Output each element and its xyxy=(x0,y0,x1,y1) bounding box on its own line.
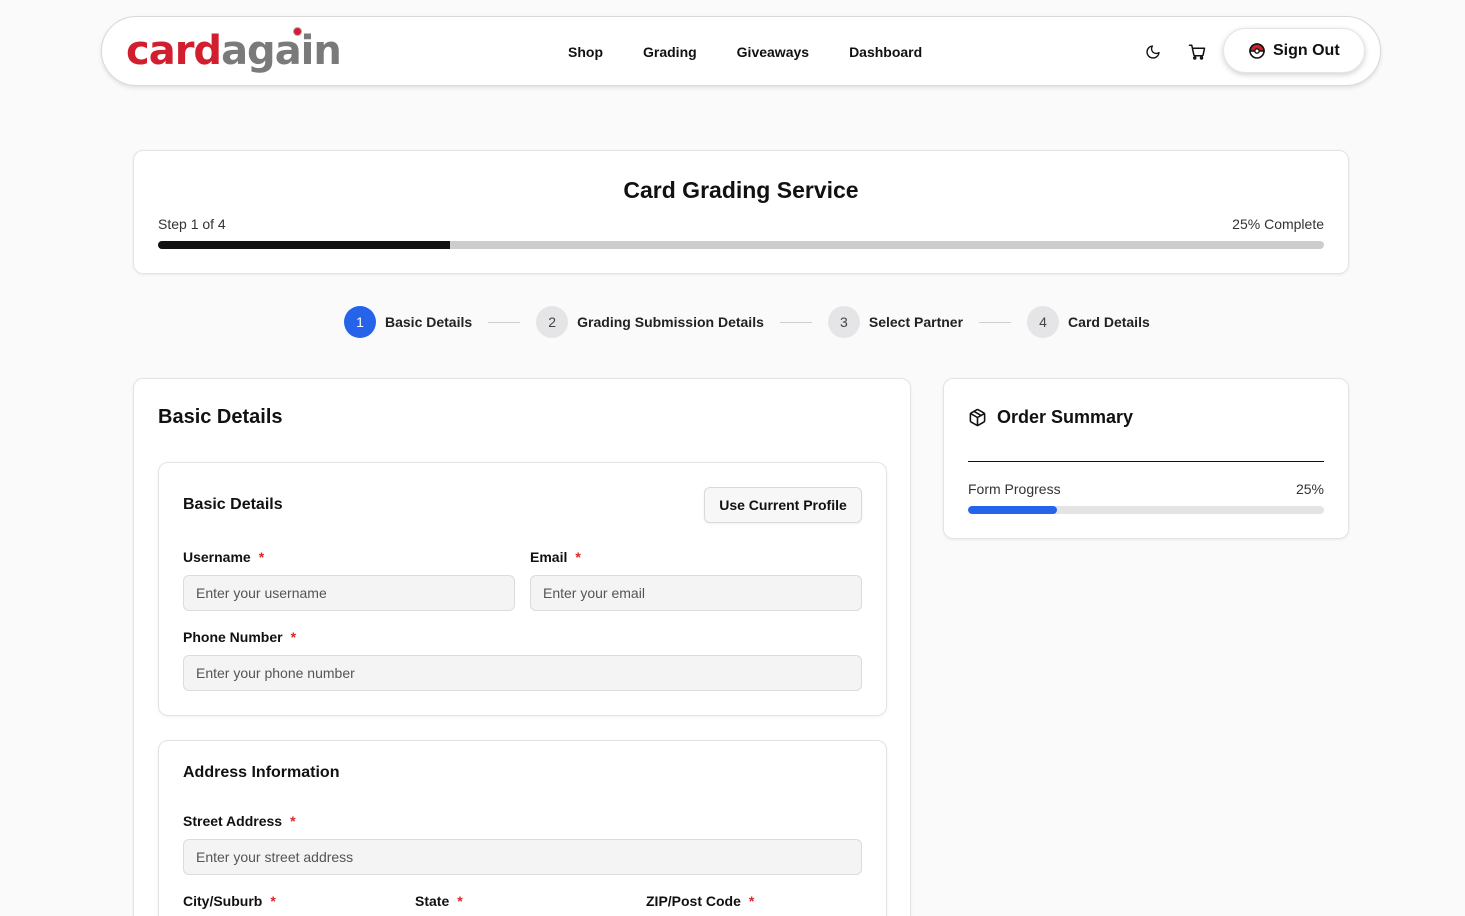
form-progress-fill xyxy=(968,506,1057,514)
main-nav: Shop Grading Giveaways Dashboard xyxy=(568,17,962,87)
email-label-text: Email xyxy=(530,549,568,565)
step-separator xyxy=(979,321,1012,323)
percent-complete: 25% Complete xyxy=(1232,216,1324,232)
nav-grading[interactable]: Grading xyxy=(643,44,697,60)
zip-post-code-label: ZIP/Post Code * xyxy=(646,893,754,909)
use-current-profile-button[interactable]: Use Current Profile xyxy=(704,487,862,523)
step-label: Card Details xyxy=(1068,314,1150,330)
email-label: Email * xyxy=(530,549,581,565)
city-suburb-label: City/Suburb * xyxy=(183,893,276,909)
step-separator xyxy=(779,321,812,323)
cart-icon xyxy=(1188,44,1206,60)
theme-toggle-button[interactable] xyxy=(1142,41,1164,63)
sign-out-button[interactable]: Sign Out xyxy=(1223,28,1365,73)
grading-progress-card: Card Grading Service Step 1 of 4 25% Com… xyxy=(133,150,1349,274)
address-information-heading: Address Information xyxy=(183,764,340,781)
step-counter: Step 1 of 4 xyxy=(158,216,226,232)
form-progress-percent: 25% xyxy=(1295,481,1324,497)
street-address-label-text: Street Address xyxy=(183,813,283,829)
step-number: 3 xyxy=(827,306,860,338)
nav-shop[interactable]: Shop xyxy=(568,44,603,60)
step-select-partner[interactable]: 3 Select Partner xyxy=(827,306,964,338)
form-section-title: Basic Details xyxy=(158,406,283,428)
required-mark: * xyxy=(290,629,297,645)
state-label-text: State xyxy=(415,893,450,909)
basic-details-heading: Basic Details xyxy=(183,496,283,513)
main-progress-fill xyxy=(158,241,450,249)
street-address-input[interactable] xyxy=(183,839,862,875)
sign-out-label: Sign Out xyxy=(1273,41,1340,59)
nav-dashboard[interactable]: Dashboard xyxy=(849,44,922,60)
step-card-details[interactable]: 4 Card Details xyxy=(1027,306,1150,338)
step-grading-submission-details[interactable]: 2 Grading Submission Details xyxy=(536,306,764,338)
step-label: Grading Submission Details xyxy=(577,314,764,330)
logo-text-card: card xyxy=(126,28,222,74)
required-mark: * xyxy=(748,893,755,909)
required-mark: * xyxy=(258,549,265,565)
state-label: State * xyxy=(415,893,463,909)
required-mark: * xyxy=(457,893,463,909)
main-progress-bar xyxy=(158,241,1324,249)
cardagain-logo[interactable]: cardagain xyxy=(126,23,342,79)
logo-text-again: again xyxy=(221,28,342,74)
top-navbar: cardagain Shop Grading Giveaways Dashboa… xyxy=(101,16,1381,86)
step-label: Basic Details xyxy=(385,314,473,330)
city-label-text: City/Suburb xyxy=(183,893,263,909)
nav-giveaways[interactable]: Giveaways xyxy=(737,44,809,60)
step-basic-details[interactable]: 1 Basic Details xyxy=(344,306,472,338)
phone-label-text: Phone Number xyxy=(183,629,283,645)
step-separator xyxy=(488,321,521,323)
username-label: Username * xyxy=(183,549,264,565)
order-summary-title: Order Summary xyxy=(997,407,1134,427)
summary-divider xyxy=(968,461,1324,462)
step-number: 2 xyxy=(536,306,569,338)
username-input[interactable] xyxy=(183,575,515,611)
pokeball-icon xyxy=(1249,42,1265,59)
zip-label-text: ZIP/Post Code xyxy=(646,893,741,909)
basic-details-form-card: Basic Details Basic Details Use Current … xyxy=(133,378,911,916)
address-information-subcard: Address Information Street Address * City… xyxy=(158,740,887,916)
page-title: Card Grading Service xyxy=(623,177,859,203)
step-indicator: 1 Basic Details 2 Grading Submission Det… xyxy=(344,306,1150,338)
logo-pokeball-icon xyxy=(293,27,302,36)
phone-label: Phone Number * xyxy=(183,629,296,645)
form-progress-label: Form Progress xyxy=(968,481,1061,497)
step-number: 1 xyxy=(344,306,376,338)
street-address-label: Street Address * xyxy=(183,813,296,829)
required-mark: * xyxy=(575,549,581,565)
moon-icon xyxy=(1146,45,1160,59)
username-label-text: Username xyxy=(183,549,251,565)
step-number: 4 xyxy=(1027,306,1060,338)
email-input[interactable] xyxy=(530,575,862,611)
basic-details-subcard: Basic Details Use Current Profile Userna… xyxy=(158,462,887,716)
required-mark: * xyxy=(270,893,276,909)
order-summary-card: Order Summary Form Progress 25% xyxy=(943,378,1349,539)
form-progress-bar xyxy=(968,506,1324,514)
required-mark: * xyxy=(290,813,296,829)
cart-button[interactable] xyxy=(1186,41,1208,63)
package-icon xyxy=(969,408,986,427)
phone-input[interactable] xyxy=(183,655,862,691)
step-label: Select Partner xyxy=(868,314,964,330)
